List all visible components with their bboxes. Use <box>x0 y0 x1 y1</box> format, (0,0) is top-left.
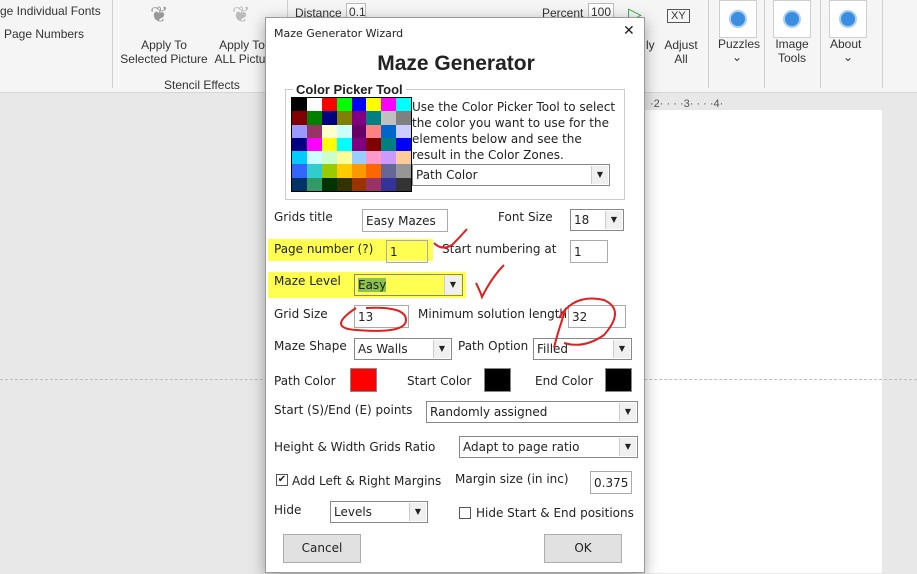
checkmark-annotation <box>433 228 468 249</box>
adjust-all-button[interactable]: Adjust All <box>662 38 700 66</box>
change-fonts-button[interactable]: ge Individual Fonts <box>0 4 101 18</box>
label: Apply To <box>141 38 187 52</box>
group-label-stencil: Stencil Effects <box>164 78 240 92</box>
handwritten-annotations <box>340 228 616 349</box>
label: Tools <box>777 51 806 65</box>
xy-icon: XY <box>667 9 690 23</box>
about-icon <box>829 0 867 38</box>
stencil-picture-icon: ❦ <box>232 2 251 27</box>
chevron-down-icon: ⌄ <box>732 50 743 64</box>
maze-generator-dialog: Maze Generator Wizard ✕ Maze Generator C… <box>265 17 645 573</box>
circle-annotation <box>340 306 408 332</box>
apply-selected-button[interactable]: Apply To Selected Picture <box>120 38 208 66</box>
divider <box>820 0 821 88</box>
puzzles-icon <box>719 0 757 38</box>
apply-all-button[interactable]: Apply To ALL Pictur <box>212 38 272 66</box>
image-tools-icon <box>773 0 811 38</box>
label: All <box>674 52 688 66</box>
divider <box>708 0 709 88</box>
puzzles-button[interactable]: Puzzles <box>718 37 760 51</box>
ruler: ·2· · · ·3· · · ·4· <box>650 98 724 110</box>
circle-annotation <box>553 297 616 349</box>
page-numbers-button[interactable]: Page Numbers <box>4 27 84 41</box>
stencil-picture-icon: ❦ <box>150 2 169 27</box>
divider <box>112 0 113 88</box>
image-tools-button[interactable]: Image Tools <box>772 37 812 65</box>
divider <box>882 0 883 88</box>
label: ALL Pictur <box>214 52 270 66</box>
about-button[interactable]: About <box>830 37 861 51</box>
label: Image <box>775 37 809 51</box>
divider <box>764 0 765 88</box>
label: Adjust <box>664 38 698 52</box>
label: Selected Picture <box>120 52 208 66</box>
checkmark-annotation <box>475 264 505 300</box>
chevron-down-icon: ⌄ <box>843 50 854 64</box>
apply-partial-label[interactable]: ly <box>646 38 655 52</box>
label: Apply To <box>219 38 265 52</box>
